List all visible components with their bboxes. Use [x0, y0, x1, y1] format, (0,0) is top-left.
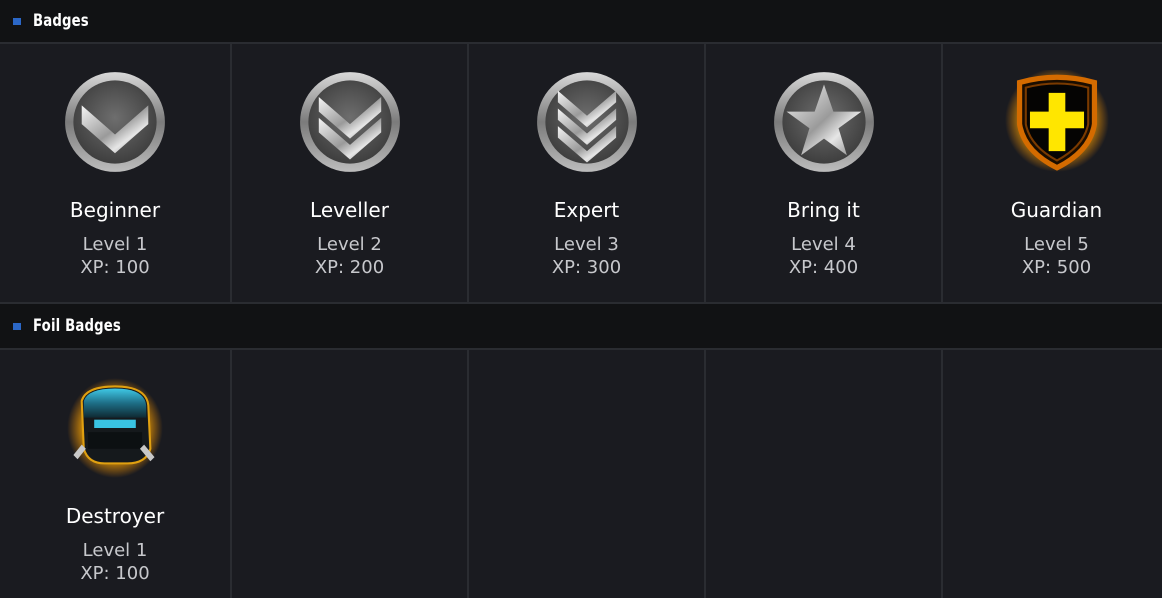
badges-section-header: Badges — [0, 0, 1162, 44]
badges-grid: Beginner Level 1 XP: 100 Leveller Level … — [0, 44, 1162, 302]
badge-level: Level 1 — [82, 540, 148, 561]
star-badge-icon — [772, 70, 876, 174]
badge-level: Level 2 — [317, 234, 382, 255]
badge-card-leveller[interactable]: Leveller Level 2 XP: 200 — [232, 44, 467, 302]
foil-badges-grid: Destroyer Level 1 XP: 100 — [0, 350, 1162, 598]
badge-card-expert[interactable]: Expert Level 3 XP: 300 — [469, 44, 704, 302]
section-title: Foil Badges — [33, 316, 121, 336]
single-chevron-badge-icon — [63, 70, 167, 174]
badge-name: Destroyer — [65, 504, 165, 528]
helmet-badge-icon — [63, 376, 167, 480]
badge-name: Expert — [553, 198, 620, 222]
badge-level: Level 3 — [554, 234, 619, 255]
section-title: Badges — [33, 11, 89, 31]
badge-xp: XP: 500 — [1021, 257, 1092, 278]
badge-xp: XP: 400 — [788, 257, 859, 278]
badge-level: Level 5 — [1024, 234, 1089, 255]
cross-shield-badge-icon — [1004, 70, 1109, 174]
badge-xp: XP: 200 — [314, 257, 385, 278]
badge-name: Bring it — [787, 198, 860, 222]
double-chevron-badge-icon — [298, 70, 402, 174]
badge-name: Leveller — [310, 198, 389, 222]
badge-xp: XP: 100 — [80, 563, 150, 584]
badge-card-guardian[interactable]: Guardian Level 5 XP: 500 — [943, 44, 1162, 302]
badge-name: Guardian — [1010, 198, 1103, 222]
badge-xp: XP: 300 — [551, 257, 622, 278]
badge-xp: XP: 100 — [80, 257, 150, 278]
badge-name: Beginner — [69, 198, 161, 222]
badge-level: Level 1 — [82, 234, 148, 255]
triple-chevron-badge-icon — [535, 70, 639, 174]
empty-badge-slot — [232, 350, 467, 598]
badge-card-beginner[interactable]: Beginner Level 1 XP: 100 — [0, 44, 230, 302]
empty-badge-slot — [943, 350, 1162, 598]
badge-card-bring-it[interactable]: Bring it Level 4 XP: 400 — [706, 44, 941, 302]
badge-card-destroyer[interactable]: Destroyer Level 1 XP: 100 — [0, 350, 230, 598]
section-marker — [13, 322, 21, 330]
badge-level: Level 4 — [791, 234, 856, 255]
empty-badge-slot — [706, 350, 941, 598]
section-marker — [13, 17, 21, 25]
empty-badge-slot — [469, 350, 704, 598]
foil-badges-section-header: Foil Badges — [0, 302, 1162, 350]
